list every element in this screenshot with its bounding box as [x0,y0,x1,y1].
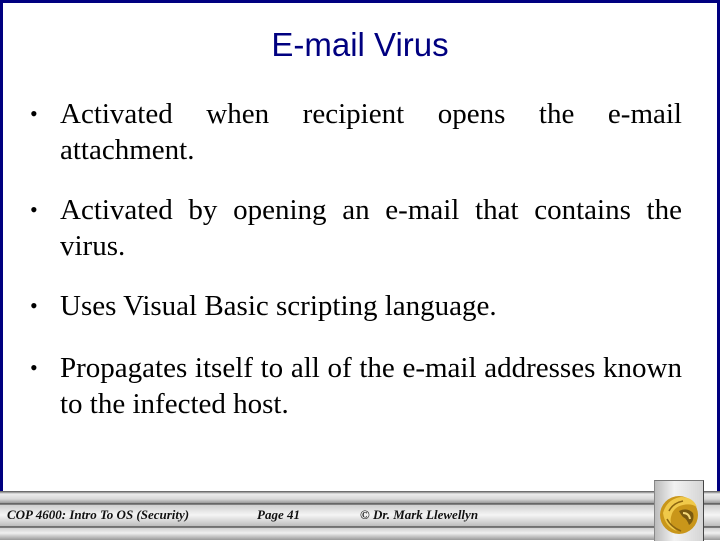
bullet-text: Activated when recipient opens the e-mai… [60,98,682,166]
bullet-icon: • [30,197,38,222]
footer-page-number: Page 41 [257,507,300,522]
footer-course: COP 4600: Intro To OS (Security) [7,507,190,522]
bullet-list: • Activated when recipient opens the e-m… [24,96,682,446]
slide-title: E-mail Virus [271,26,449,63]
logo-tab [654,480,704,541]
bullet-icon: • [30,101,38,126]
bullet-item: • Uses Visual Basic scripting language. [24,288,682,324]
bullet-item: • Activated by opening an e-mail that co… [24,192,682,264]
bullet-text: Activated by opening an e-mail that cont… [60,194,682,262]
bullet-text: Propagates itself to all of the e-mail a… [60,352,682,420]
bullet-icon: • [30,293,38,318]
bullet-item: • Activated when recipient opens the e-m… [24,96,682,168]
pegasus-logo-icon [660,496,698,534]
bullet-icon: • [30,355,38,380]
footer-author: © Dr. Mark Llewellyn [360,507,479,522]
bullet-text: Uses Visual Basic scripting language. [60,290,497,322]
bullet-item: • Propagates itself to all of the e-mail… [24,350,682,422]
